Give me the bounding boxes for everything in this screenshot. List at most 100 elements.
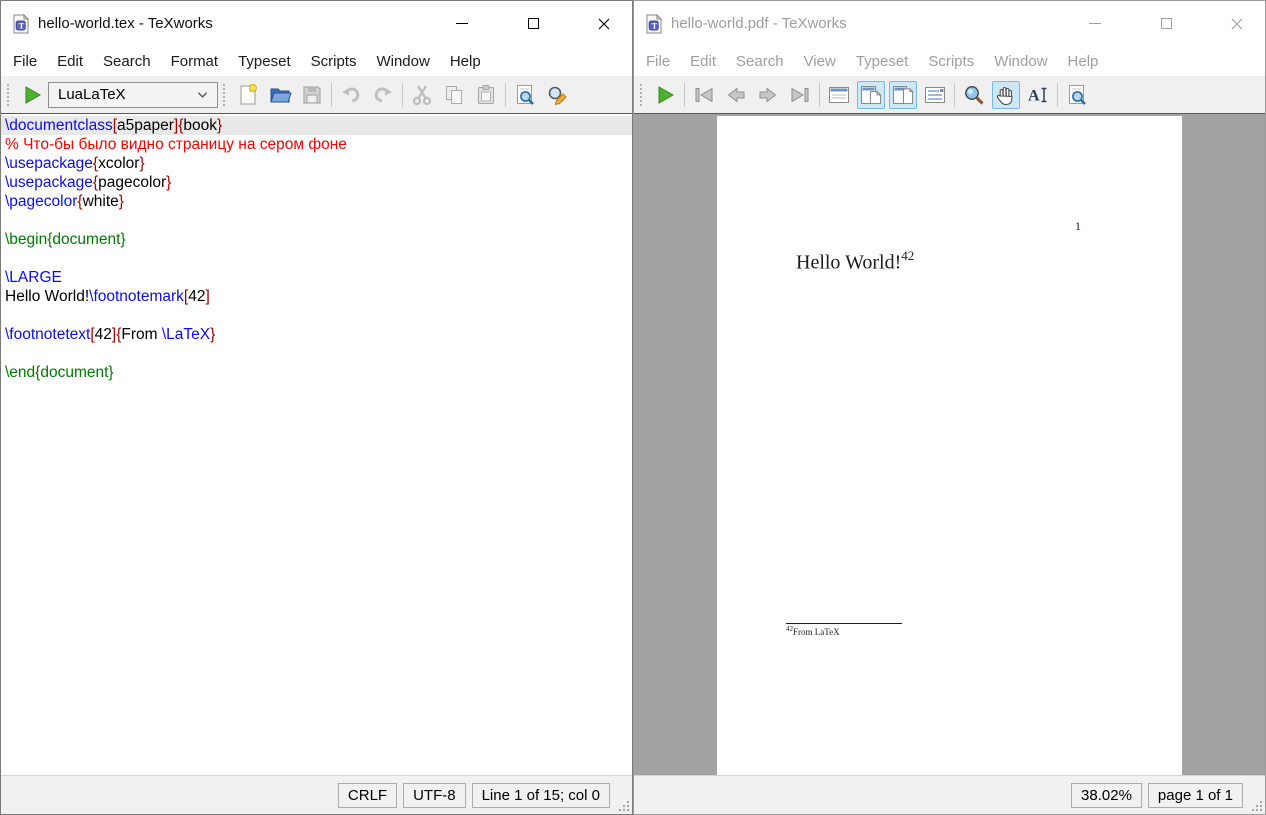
engine-selector[interactable]: LuaLaTeX (48, 82, 218, 108)
code-line[interactable] (1, 306, 632, 325)
menu-item[interactable]: Window (366, 49, 439, 74)
code-line[interactable] (1, 344, 632, 363)
toolbar-handle[interactable] (223, 84, 229, 106)
side-by-side-view-icon[interactable] (889, 81, 917, 109)
find-icon[interactable] (511, 81, 539, 109)
code-line[interactable]: \begin{document} (1, 230, 632, 249)
toolbar-separator (331, 83, 332, 107)
save-icon[interactable] (298, 81, 326, 109)
zoom-level-indicator[interactable]: 38.02% (1071, 783, 1142, 808)
toolbar-icon-glyph (923, 83, 947, 107)
toolbar-separator (402, 83, 403, 107)
resize-grip[interactable] (1251, 800, 1262, 811)
undo-redo-group (337, 81, 397, 109)
new-document-icon[interactable] (234, 81, 262, 109)
toolbar-icon-glyph (300, 83, 324, 107)
single-page-view-icon[interactable] (825, 81, 853, 109)
encoding-indicator[interactable]: UTF-8 (403, 783, 466, 808)
menu-item[interactable]: File (636, 49, 680, 74)
code-line[interactable] (1, 249, 632, 268)
menu-item[interactable]: File (3, 49, 47, 74)
source-editor[interactable]: \documentclass[a5paper]{book}% Что-бы бы… (1, 114, 632, 775)
menu-item[interactable]: Window (984, 49, 1057, 74)
first-page-icon[interactable] (690, 81, 718, 109)
minimize-icon (456, 23, 468, 24)
pdf-page: 1 Hello World!42 42From LaTeX (717, 116, 1182, 775)
undo-icon[interactable] (337, 81, 365, 109)
text-select-icon[interactable] (1024, 81, 1052, 109)
menu-bar: FileEditSearchFormatTypesetScriptsWindow… (1, 46, 632, 76)
menu-item[interactable]: Help (1058, 49, 1109, 74)
minimize-button[interactable] (1089, 17, 1101, 31)
toolbar-separator (684, 83, 685, 107)
code-line[interactable]: % Что-бы было видно страницу на сером фо… (1, 135, 632, 154)
window-controls (456, 1, 610, 46)
cut-icon[interactable] (408, 81, 436, 109)
toolbar-icon-glyph (859, 83, 883, 107)
menu-item[interactable]: View (794, 49, 846, 74)
pdf-footnote: 42From LaTeX (786, 623, 902, 637)
code-line[interactable]: \LARGE (1, 268, 632, 287)
toolbar-icon-glyph (545, 83, 569, 107)
toolbar-icon-glyph (962, 83, 986, 107)
pdf-page-number: 1 (1075, 219, 1081, 234)
toolbar-icon-glyph (236, 83, 260, 107)
hand-tool-icon[interactable] (992, 81, 1020, 109)
code-line[interactable] (1, 382, 632, 401)
title-bar[interactable]: hello-world.tex - TeXworks (1, 1, 632, 46)
pdf-viewport[interactable]: 1 Hello World!42 42From LaTeX (634, 114, 1265, 775)
footnote-marker: 42 (901, 248, 914, 263)
menu-item[interactable]: Typeset (846, 49, 919, 74)
close-button[interactable] (1231, 17, 1243, 31)
previous-page-icon[interactable] (722, 81, 750, 109)
menu-item[interactable]: Search (93, 49, 161, 74)
menu-item[interactable]: Edit (47, 49, 93, 74)
toolbar-icon-glyph (1065, 83, 1089, 107)
menu-item[interactable]: Scripts (918, 49, 984, 74)
code-line[interactable]: \pagecolor{white} (1, 192, 632, 211)
typeset-button[interactable] (18, 81, 46, 109)
maximize-button[interactable] (527, 17, 539, 31)
code-line[interactable]: \usepackage{pagecolor} (1, 173, 632, 192)
footnote-text-body: From LaTeX (793, 627, 840, 637)
pdf-body-text: Hello World!42 (796, 249, 914, 275)
page-indicator[interactable]: page 1 of 1 (1148, 783, 1243, 808)
next-page-icon[interactable] (754, 81, 782, 109)
toolbar-handle[interactable] (7, 84, 13, 106)
copy-icon[interactable] (440, 81, 468, 109)
open-icon[interactable] (266, 81, 294, 109)
menu-item[interactable]: Edit (680, 49, 726, 74)
code-line[interactable]: \end{document} (1, 363, 632, 382)
paste-icon[interactable] (472, 81, 500, 109)
menu-item[interactable]: Search (726, 49, 794, 74)
typeset-button[interactable] (651, 81, 679, 109)
resize-grip[interactable] (618, 800, 629, 811)
last-page-icon[interactable] (786, 81, 814, 109)
menu-item[interactable]: Typeset (228, 49, 301, 74)
code-line[interactable]: Hello World!\footnotemark[42] (1, 287, 632, 306)
magnify-icon[interactable] (960, 81, 988, 109)
toolbar-handle[interactable] (640, 84, 646, 106)
footnote-text-mark: 42 (786, 625, 793, 633)
play-icon (653, 83, 677, 107)
close-button[interactable] (598, 17, 610, 31)
maximize-button[interactable] (1160, 17, 1172, 31)
toolbar-icon-glyph (788, 83, 812, 107)
code-line[interactable]: \usepackage{xcolor} (1, 154, 632, 173)
menu-item[interactable]: Scripts (301, 49, 367, 74)
replace-icon[interactable] (543, 81, 571, 109)
minimize-button[interactable] (456, 17, 468, 31)
code-line[interactable] (1, 211, 632, 230)
menu-item[interactable]: Help (440, 49, 491, 74)
title-bar[interactable]: hello-world.pdf - TeXworks (634, 1, 1265, 46)
clipboard-group (408, 81, 500, 109)
pdf-search-group (1063, 81, 1091, 109)
code-line[interactable]: \documentclass[a5paper]{book} (1, 116, 632, 135)
redo-icon[interactable] (369, 81, 397, 109)
menu-item[interactable]: Format (161, 49, 229, 74)
code-line[interactable]: \footnotetext[42]{From \LaTeX} (1, 325, 632, 344)
find-in-pdf-icon[interactable] (1063, 81, 1091, 109)
line-ending-indicator[interactable]: CRLF (338, 783, 397, 808)
continuous-view-icon[interactable] (857, 81, 885, 109)
book-view-icon[interactable] (921, 81, 949, 109)
